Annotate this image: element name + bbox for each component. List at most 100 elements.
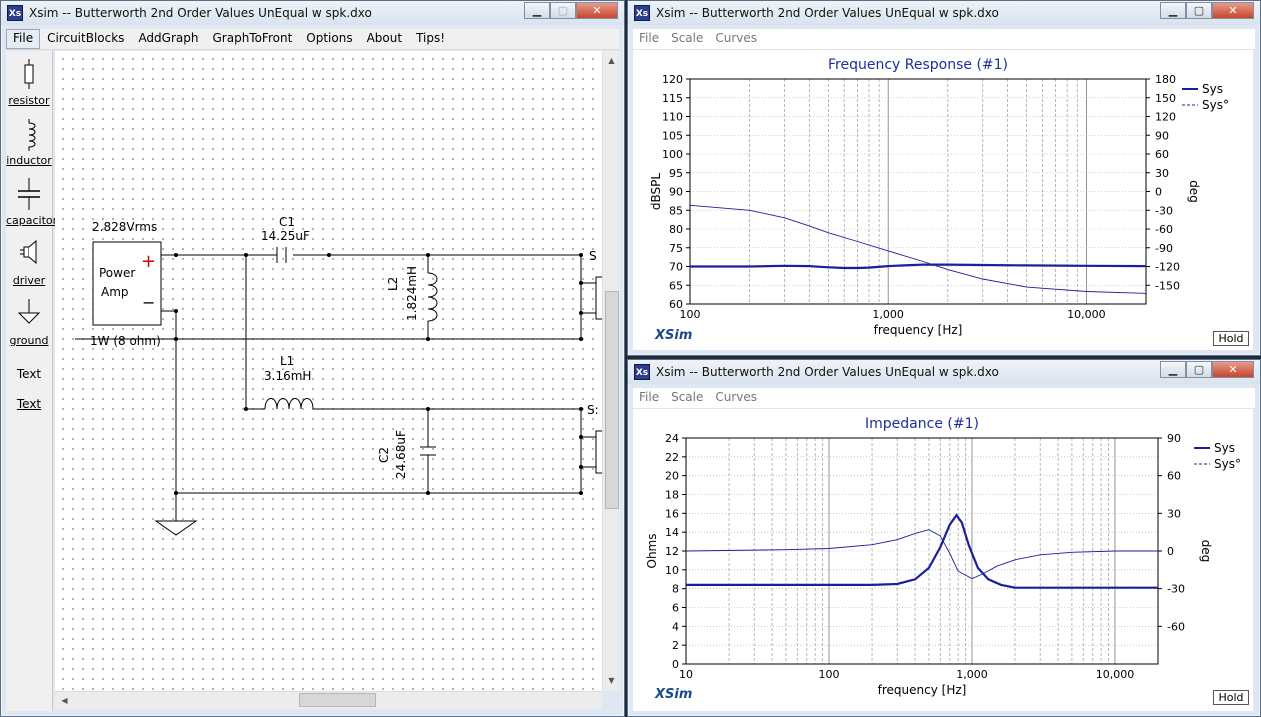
- y2-tick-label: 30: [1167, 507, 1181, 520]
- scroll-thumb[interactable]: [299, 693, 376, 707]
- y-tick-label: 65: [669, 279, 683, 292]
- window-title: Xsim -- Butterworth 2nd Order Values UnE…: [656, 365, 999, 379]
- menu-file[interactable]: File: [633, 29, 665, 49]
- y-tick-label: 100: [662, 148, 683, 161]
- x-axis-label: frequency [Hz]: [878, 683, 967, 697]
- y-tick-label: 70: [669, 261, 683, 274]
- y2-tick-label: -90: [1155, 242, 1173, 255]
- c1-name: C1: [279, 215, 296, 229]
- grid: [689, 78, 1147, 305]
- maximize-button[interactable]: ▢: [1186, 2, 1212, 19]
- y-tick-label: 110: [662, 111, 683, 124]
- palette-label: ground: [9, 334, 49, 347]
- y2-tick-label: -150: [1155, 279, 1180, 292]
- impedance-chart: Impedance (#1)24222018161412108642090603…: [645, 416, 1241, 697]
- schematic-canvas[interactable]: 2.828Vrms Power Amp + − 1W (8 ohm) C1 14…: [55, 51, 602, 691]
- y2-tick-label: 30: [1155, 167, 1169, 180]
- y-tick-label: 2: [672, 639, 679, 652]
- close-button[interactable]: ✕: [576, 2, 618, 19]
- menu-graphtofront[interactable]: GraphToFront: [205, 29, 299, 49]
- c2-name: C2: [377, 446, 391, 463]
- titlebar[interactable]: Xs Xsim -- Butterworth 2nd Order Values …: [628, 1, 1260, 25]
- menu-tips[interactable]: Tips!: [409, 29, 452, 49]
- y2-tick-label: -30: [1167, 583, 1185, 596]
- maximize-button[interactable]: ▢: [550, 2, 576, 19]
- palette-inductor[interactable]: inductor: [6, 117, 52, 167]
- legend-label: Sys: [1214, 441, 1235, 455]
- source-voltage-label: 2.828Vrms: [92, 220, 158, 234]
- vertical-scrollbar[interactable]: ▲ ▼: [602, 51, 620, 691]
- frequency-response-window: Xs Xsim -- Butterworth 2nd Order Values …: [627, 0, 1261, 356]
- x-tick-label: 10,000: [1067, 308, 1106, 321]
- menu-scale[interactable]: Scale: [665, 29, 709, 49]
- y-tick-label: 105: [662, 129, 683, 142]
- menu-bar: File CircuitBlocks AddGraph GraphToFront…: [6, 29, 619, 50]
- palette-text[interactable]: Text: [6, 367, 52, 381]
- app-icon: Xs: [634, 5, 650, 21]
- titlebar[interactable]: Xs Xsim -- Butterworth 2nd Order Values …: [1, 1, 624, 25]
- scroll-thumb[interactable]: [605, 291, 619, 509]
- hold-button[interactable]: Hold: [1213, 690, 1249, 705]
- y-tick-label: 4: [672, 620, 679, 633]
- y2-tick-label: 90: [1155, 129, 1169, 142]
- menu-curves[interactable]: Curves: [709, 388, 763, 408]
- menu-options[interactable]: Options: [299, 29, 359, 49]
- y2-tick-label: 0: [1155, 186, 1162, 199]
- x-tick-label: 1,000: [956, 668, 988, 681]
- y-tick-label: 8: [672, 583, 679, 596]
- close-button[interactable]: ✕: [1212, 2, 1254, 19]
- palette-ground[interactable]: ground: [6, 297, 52, 347]
- y-tick-label: 95: [669, 167, 683, 180]
- y-tick-label: 20: [665, 470, 679, 483]
- y2-axis-label: deg: [1199, 540, 1213, 563]
- l1-value: 3.16mH: [264, 369, 312, 383]
- legend-label: Sys°: [1202, 98, 1229, 112]
- source-power-label: 1W (8 ohm): [90, 334, 161, 348]
- minimize-button[interactable]: ▁: [1160, 361, 1186, 378]
- y2-tick-label: -30: [1155, 204, 1173, 217]
- y2-tick-label: -60: [1155, 223, 1173, 236]
- menu-curves[interactable]: Curves: [709, 29, 763, 49]
- palette-driver[interactable]: driver: [6, 237, 52, 287]
- menu-circuitblocks[interactable]: CircuitBlocks: [40, 29, 131, 49]
- menu-file[interactable]: File: [633, 388, 665, 408]
- menu-scale[interactable]: Scale: [665, 388, 709, 408]
- series-line-phase: [685, 529, 1158, 580]
- minimize-button[interactable]: ▁: [524, 2, 550, 19]
- titlebar[interactable]: Xs Xsim -- Butterworth 2nd Order Values …: [628, 360, 1260, 384]
- y-tick-label: 90: [669, 186, 683, 199]
- minimize-button[interactable]: ▁: [1160, 2, 1186, 19]
- y2-tick-label: -60: [1167, 620, 1185, 633]
- x-axis-label: frequency [Hz]: [874, 323, 963, 337]
- maximize-button[interactable]: ▢: [1186, 361, 1212, 378]
- scroll-up-arrow[interactable]: ▲: [604, 53, 619, 68]
- close-button[interactable]: ✕: [1212, 361, 1254, 378]
- palette-label: driver: [12, 274, 46, 287]
- menu-bar: File Scale Curves: [633, 388, 1255, 409]
- capacitor-icon: [18, 178, 40, 210]
- y-tick-label: 24: [665, 432, 679, 445]
- palette-capacitor[interactable]: capacitor: [6, 177, 57, 227]
- frequency-response-chart: Frequency Response (#1) 120 115 110 105 100 95…: [649, 57, 1229, 337]
- palette-text-link[interactable]: Text: [6, 397, 52, 411]
- y2-tick-label: 180: [1155, 73, 1176, 86]
- palette-label: resistor: [8, 94, 50, 107]
- menu-file[interactable]: File: [6, 29, 41, 49]
- schematic-wiring: [75, 241, 602, 536]
- menu-about[interactable]: About: [360, 29, 409, 49]
- scroll-left-arrow[interactable]: ◀: [57, 693, 72, 708]
- y-tick-label: 10: [665, 564, 679, 577]
- x-tick-label: 10,000: [1096, 668, 1135, 681]
- palette-resistor[interactable]: resistor: [6, 57, 52, 107]
- y-axis-label: Ohms: [645, 534, 659, 569]
- y-tick-label: 12: [665, 545, 679, 558]
- x-tick-label: 1,000: [872, 308, 904, 321]
- menu-addgraph[interactable]: AddGraph: [131, 29, 205, 49]
- speaker1-name: S: [589, 249, 597, 263]
- palette-label: Text: [16, 397, 42, 411]
- y2-tick-label: 90: [1167, 432, 1181, 445]
- scroll-down-arrow[interactable]: ▼: [604, 673, 619, 688]
- y-tick-label: 120: [662, 73, 683, 86]
- horizontal-scrollbar[interactable]: ◀: [55, 691, 602, 709]
- hold-button[interactable]: Hold: [1213, 331, 1249, 346]
